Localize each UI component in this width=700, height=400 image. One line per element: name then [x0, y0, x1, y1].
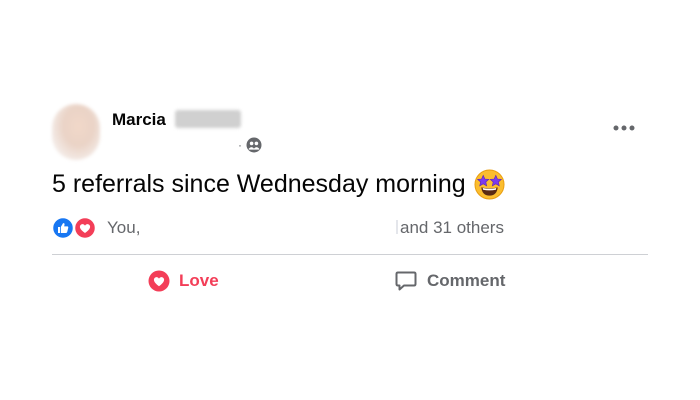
comment-button-label: Comment [427, 271, 506, 290]
feed-post: Marcia · 5 referrals since Wednesday mor… [0, 0, 700, 400]
love-button[interactable]: Love [148, 264, 219, 298]
post-text: 5 referrals since Wednesday morning [52, 169, 505, 200]
reactions-you-text: You, [107, 218, 141, 237]
love-reaction-icon [148, 270, 170, 292]
love-reaction-icon [73, 217, 97, 239]
post-meta: · [238, 137, 262, 153]
love-button-label: Love [179, 271, 219, 290]
more-options-button[interactable] [610, 116, 638, 140]
like-reaction-icon [52, 217, 75, 239]
friends-audience-icon[interactable] [246, 137, 262, 153]
redacted-names [396, 220, 398, 234]
avatar[interactable] [52, 104, 100, 160]
post-text-content: 5 referrals since Wednesday morning [52, 170, 466, 198]
reaction-icons [52, 217, 97, 239]
more-options-icon [613, 125, 635, 131]
reactions-others-text[interactable]: and 31 others [400, 218, 504, 238]
comment-button[interactable]: Comment [394, 264, 505, 298]
actions-divider [52, 254, 648, 255]
author-name[interactable]: Marcia [112, 110, 166, 130]
redacted-surname [175, 110, 241, 128]
star-struck-emoji [474, 169, 505, 200]
meta-separator: · [238, 138, 242, 152]
comment-icon [395, 271, 417, 291]
